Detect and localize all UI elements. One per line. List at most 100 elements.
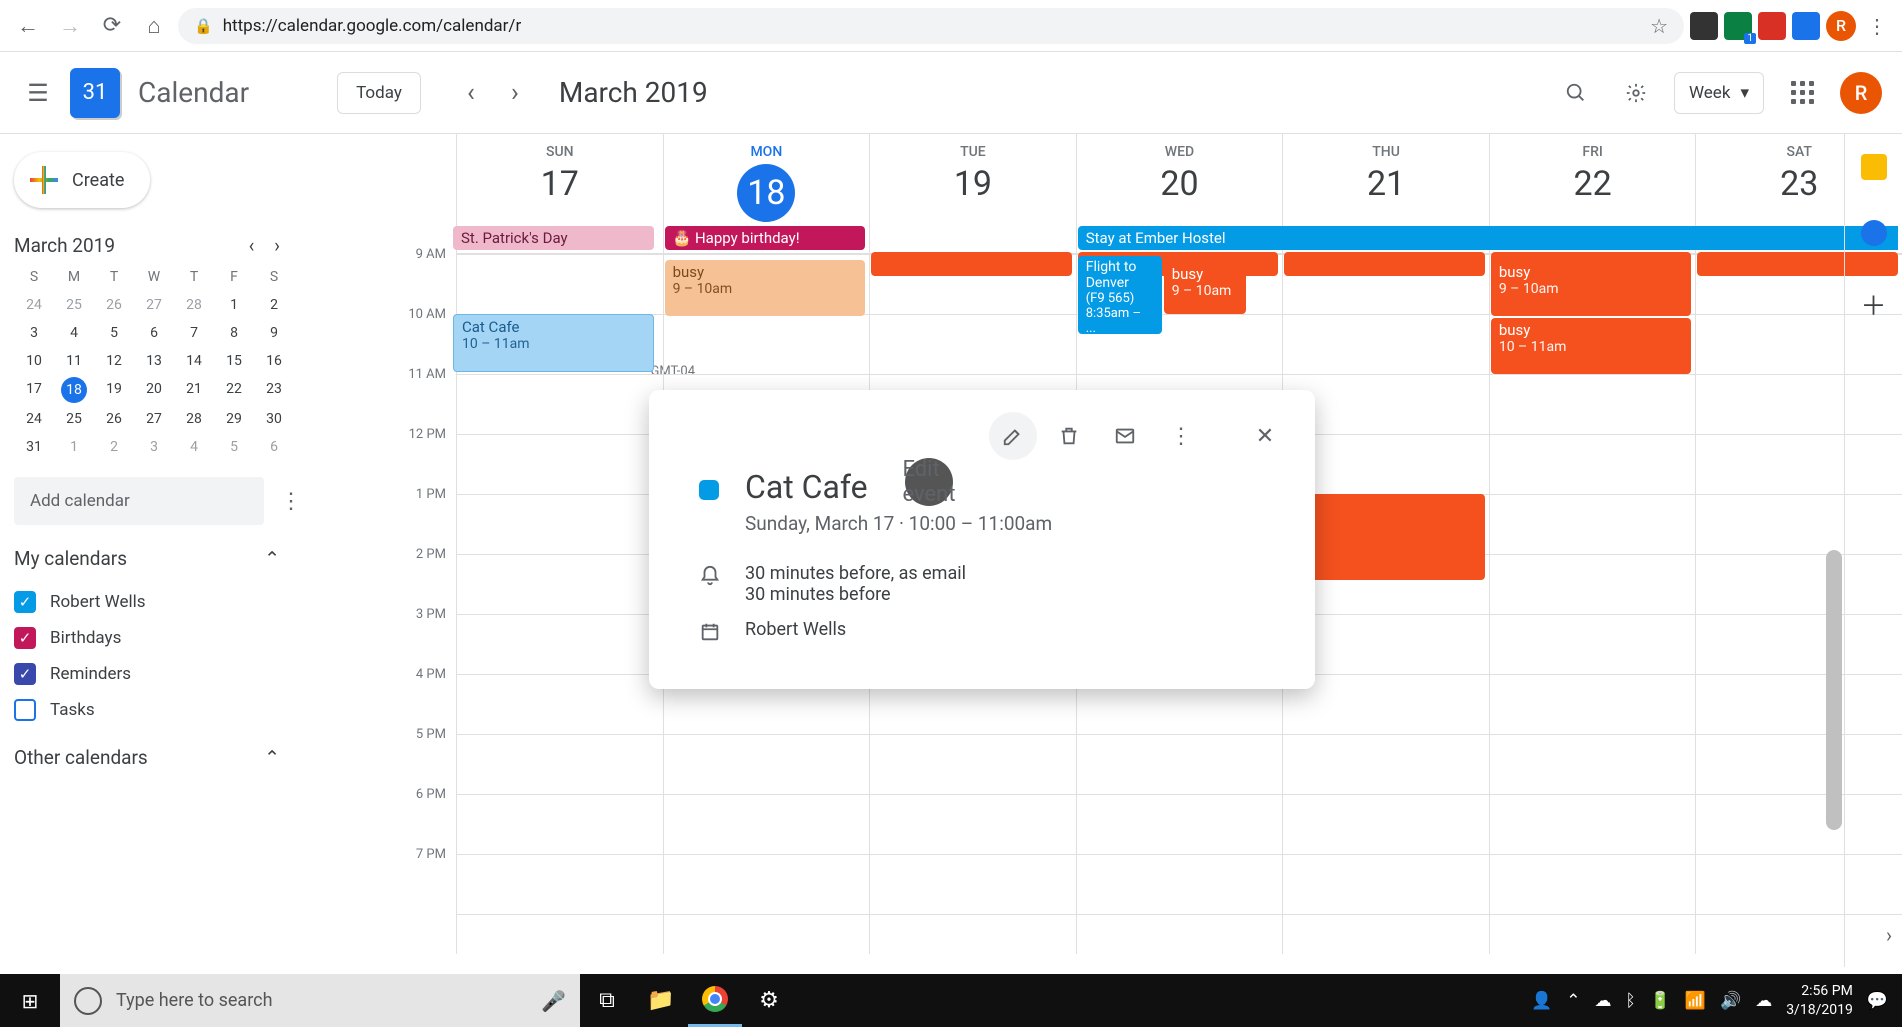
mini-day[interactable]: 28 [174,297,214,313]
other-calendars-toggle[interactable]: Other calendars ⌃ [14,746,320,769]
date-number[interactable]: 18 [737,164,795,222]
mini-day[interactable]: 24 [14,297,54,313]
mini-day[interactable]: 1 [54,439,94,455]
keep-addon-icon[interactable] [1861,154,1887,180]
mini-day[interactable]: 4 [54,325,94,341]
add-calendar-input[interactable]: Add calendar [14,477,264,525]
date-number[interactable]: 19 [870,164,1076,204]
extension-icon-1[interactable] [1690,12,1718,40]
my-calendars-toggle[interactable]: My calendars ⌃ [14,547,320,570]
mini-day[interactable]: 12 [94,353,134,369]
tray-chevron-icon[interactable]: ⌃ [1566,991,1580,1011]
calendar-event[interactable]: Stay at Ember Hostel [1078,226,1898,250]
address-bar[interactable]: 🔒 https://calendar.google.com/calendar/r… [178,8,1684,44]
scrollbar-thumb[interactable] [1826,550,1842,830]
volume-icon[interactable]: 🔊 [1720,991,1741,1011]
mini-day[interactable]: 30 [254,411,294,427]
mini-day[interactable]: 5 [214,439,254,455]
mini-day[interactable]: 7 [174,325,214,341]
mini-day[interactable]: 5 [94,325,134,341]
sync-icon[interactable]: ☁ [1755,991,1772,1011]
mini-day[interactable]: 17 [14,381,54,399]
mini-calendar[interactable]: SMTWTFS242526272812345678910111213141516… [14,269,294,455]
mini-day[interactable]: 27 [134,411,174,427]
account-avatar[interactable]: R [1840,72,1882,114]
calendar-event[interactable]: busy9 – 10am [1491,260,1692,316]
browser-menu-icon[interactable]: ⋮ [1862,14,1892,38]
mini-day[interactable]: 25 [54,297,94,313]
close-popup-button[interactable]: ✕ [1241,412,1289,460]
mini-day[interactable]: 6 [254,439,294,455]
create-button[interactable]: Create [14,152,150,208]
mini-day[interactable]: 2 [94,439,134,455]
mini-day[interactable]: 22 [214,381,254,399]
chrome-icon[interactable] [688,974,742,1027]
mini-day[interactable]: 18 [54,381,94,399]
date-number[interactable]: 20 [1077,164,1283,204]
calendar-item[interactable]: ✓Reminders [14,656,320,692]
email-guests-button[interactable] [1101,412,1149,460]
calendar-item[interactable]: ✓Birthdays [14,620,320,656]
mini-day[interactable]: 19 [94,381,134,399]
mini-day[interactable]: 28 [174,411,214,427]
mini-day[interactable]: 25 [54,411,94,427]
battery-icon[interactable]: 🔋 [1650,991,1671,1011]
today-button[interactable]: Today [337,72,421,114]
calendar-event[interactable]: Flight to Denver(F9 565)8:35am – ...Rale… [1078,256,1162,334]
mini-day[interactable]: 3 [134,439,174,455]
calendar-checkbox[interactable]: ✓ [14,627,36,649]
mini-day[interactable]: 23 [254,381,294,399]
mini-day[interactable]: 26 [94,297,134,313]
date-number[interactable]: 17 [457,164,663,204]
mini-day[interactable]: 16 [254,353,294,369]
reload-button[interactable]: ⟳ [94,8,130,44]
edit-event-button[interactable] [989,412,1037,460]
onedrive-icon[interactable]: ☁ [1594,991,1611,1011]
calendar-event[interactable]: busy10 – 11am [1491,318,1692,374]
mini-day[interactable]: 26 [94,411,134,427]
calendar-event[interactable] [871,252,1072,276]
mini-day[interactable]: 1 [214,297,254,313]
view-selector[interactable]: Week ▾ [1674,72,1764,114]
extension-icon-3[interactable] [1758,12,1786,40]
mini-day[interactable]: 6 [134,325,174,341]
bookmark-star-icon[interactable]: ☆ [1650,14,1668,38]
calendar-checkbox[interactable]: ✓ [14,591,36,613]
mini-day[interactable]: 11 [54,353,94,369]
wifi-icon[interactable]: 📶 [1685,991,1706,1011]
calendar-item[interactable]: ✓Robert Wells [14,584,320,620]
get-addons-button[interactable]: ＋ [1860,286,1886,323]
event-options-button[interactable]: ⋮ [1157,412,1205,460]
bluetooth-icon[interactable]: ᛒ [1625,991,1635,1011]
mini-day[interactable]: 14 [174,353,214,369]
forward-button[interactable]: → [52,8,88,44]
tasks-addon-icon[interactable] [1861,220,1887,246]
mini-day[interactable]: 13 [134,353,174,369]
next-period-button[interactable]: › [493,71,537,115]
prev-period-button[interactable]: ‹ [449,71,493,115]
notifications-icon[interactable]: 💬 [1867,991,1888,1011]
mini-day[interactable]: 20 [134,381,174,399]
extension-icon-2[interactable]: 1 [1724,12,1752,40]
mini-prev-month[interactable]: ‹ [249,234,255,257]
mini-day[interactable]: 10 [14,353,54,369]
browser-profile-avatar[interactable]: R [1826,11,1856,41]
mic-icon[interactable]: 🎤 [541,989,566,1013]
mini-day[interactable]: 21 [174,381,214,399]
calendar-event[interactable]: busy9 – 10am [1164,262,1246,314]
day-column[interactable]: SUN17 [456,134,663,954]
date-number[interactable]: 22 [1490,164,1696,204]
mini-day[interactable]: 31 [14,439,54,455]
add-calendar-menu-icon[interactable]: ⋮ [280,489,302,514]
calendar-event[interactable]: busy9 – 10am [665,260,866,316]
back-button[interactable]: ← [10,8,46,44]
calendar-event[interactable]: Cat Cafe10 – 11am [453,314,654,372]
taskbar-search[interactable]: Type here to search 🎤 [60,974,580,1027]
mini-day[interactable]: 4 [174,439,214,455]
mini-day[interactable]: 29 [214,411,254,427]
hide-side-panel-button[interactable]: › [1886,923,1892,947]
calendar-checkbox[interactable]: ✓ [14,663,36,685]
delete-event-button[interactable] [1045,412,1093,460]
mini-day[interactable]: 8 [214,325,254,341]
people-icon[interactable]: 👤 [1531,991,1552,1011]
